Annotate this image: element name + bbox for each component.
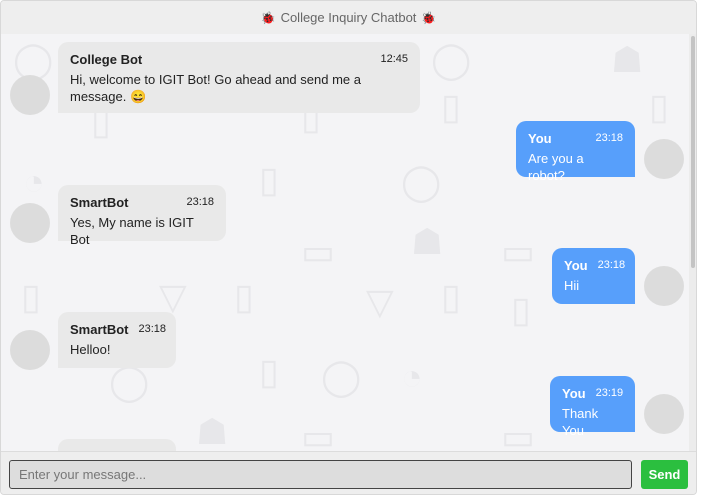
chat-window: 🐞 College Inquiry Chatbot 🐞 ◯ ▭ ◯ ☗ ▯ ▯ … bbox=[0, 0, 697, 495]
chat-title: College Inquiry Chatbot bbox=[280, 10, 417, 25]
bot-avatar bbox=[10, 75, 50, 115]
bot-avatar bbox=[10, 203, 50, 243]
chat-header: 🐞 College Inquiry Chatbot 🐞 bbox=[1, 1, 696, 35]
message-input[interactable] bbox=[9, 460, 632, 489]
bug-icon: 🐞 bbox=[421, 10, 437, 25]
message-time: 12:45 bbox=[380, 53, 408, 65]
message-bubble: College Bot 12:45 Hi, welcome to IGIT Bo… bbox=[58, 42, 420, 113]
message-sender: College Bot bbox=[70, 52, 143, 67]
message-bubble-partial bbox=[58, 439, 176, 451]
message-bubble: SmartBot 23:18 Helloo! bbox=[58, 312, 176, 368]
user-avatar bbox=[644, 266, 684, 306]
message-composer: Send bbox=[1, 451, 696, 494]
message-text: Are you a robot? bbox=[528, 151, 584, 183]
message-time: 23:18 bbox=[186, 196, 214, 208]
message-sender: You bbox=[562, 386, 586, 401]
message-bubble: SmartBot 23:18 Yes, My name is IGIT Bot bbox=[58, 185, 226, 247]
message-text: Hi, welcome to IGIT Bot! Go ahead and se… bbox=[70, 72, 361, 104]
message-time: 23:18 bbox=[595, 132, 623, 144]
message-sender: SmartBot bbox=[70, 322, 129, 337]
message-text: Yes, My name is IGIT Bot bbox=[70, 215, 194, 247]
user-avatar bbox=[644, 394, 684, 434]
scrollbar-thumb[interactable] bbox=[691, 36, 695, 268]
chat-area[interactable]: ◯ ▭ ◯ ☗ ▯ ▯ ▯ ▯ ◔ ▯ ◯ ▭ ☗ ▭ ▯ ▽ ▯ ▽ ▯ ▯ … bbox=[1, 34, 689, 451]
message-bubble: You 23:19 Thank You bbox=[550, 376, 635, 438]
message-time: 23:19 bbox=[595, 387, 624, 399]
message-bubble: You 23:18 Hii bbox=[552, 248, 635, 304]
bug-icon: 🐞 bbox=[260, 10, 276, 25]
message-text: Thank You bbox=[562, 406, 599, 438]
bot-avatar bbox=[10, 330, 50, 370]
send-button[interactable]: Send bbox=[641, 460, 688, 489]
message-text: Hii bbox=[564, 278, 580, 293]
message-sender: You bbox=[528, 131, 552, 146]
message-text: Helloo! bbox=[70, 342, 111, 357]
message-time: 23:18 bbox=[597, 259, 626, 271]
message-sender: SmartBot bbox=[70, 195, 129, 210]
user-avatar bbox=[644, 139, 684, 179]
message-time: 23:18 bbox=[138, 323, 167, 335]
message-bubble: You 23:18 Are you a robot? bbox=[516, 121, 635, 183]
chat-scrollbar[interactable] bbox=[689, 34, 696, 451]
message-sender: You bbox=[564, 258, 588, 273]
